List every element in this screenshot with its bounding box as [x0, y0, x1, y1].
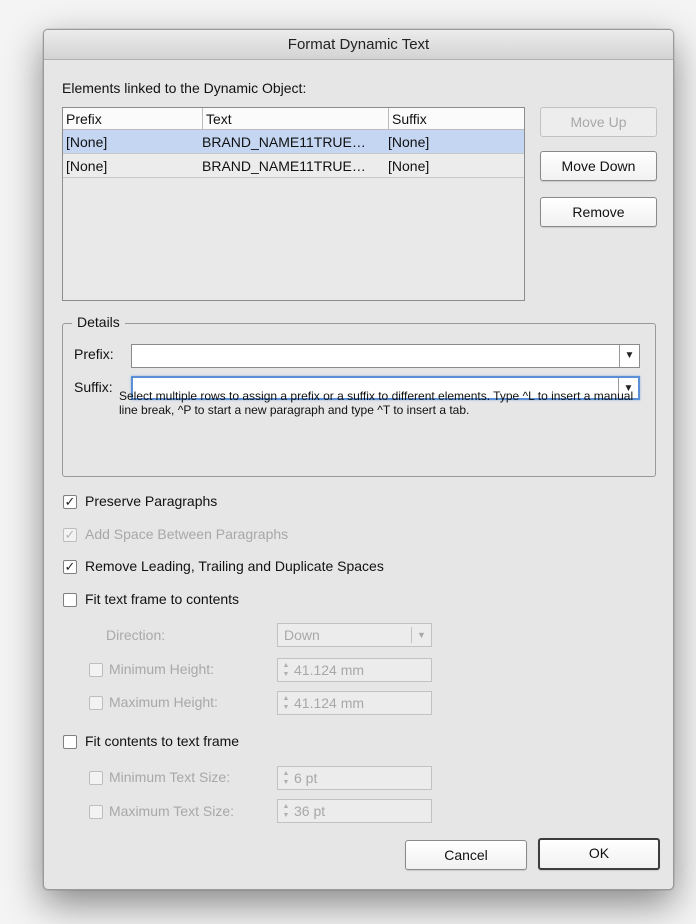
checkmark-icon: ✓: [64, 559, 76, 574]
table-row[interactable]: [None] BRAND_NAME11TRUE… [None]: [63, 130, 524, 154]
max-height-field[interactable]: ▲ ▼ 41.124 mm: [277, 691, 432, 715]
fit-contents-label[interactable]: Fit contents to text frame: [85, 733, 239, 749]
stepper-icon[interactable]: ▲ ▼: [280, 694, 292, 712]
row-prefix-cell: [None]: [66, 134, 108, 150]
min-text-size-checkbox[interactable]: [89, 771, 103, 785]
direction-label: Direction:: [106, 627, 166, 643]
max-height-value: 41.124 mm: [294, 695, 365, 711]
table-row[interactable]: [None] BRAND_NAME11TRUE… [None]: [63, 154, 524, 178]
row-text-cell: BRAND_NAME11TRUE…: [202, 134, 366, 150]
suffix-label: Suffix:: [74, 379, 113, 395]
row-suffix-cell: [None]: [388, 134, 430, 150]
add-space-label: Add Space Between Paragraphs: [85, 526, 289, 542]
ok-button[interactable]: OK: [538, 838, 660, 870]
row-suffix-cell: [None]: [388, 158, 430, 174]
min-height-checkbox[interactable]: [89, 663, 103, 677]
stepper-icon[interactable]: ▲ ▼: [280, 661, 292, 679]
direction-value: Down: [284, 627, 320, 643]
preserve-paragraphs-checkbox[interactable]: ✓: [63, 495, 77, 509]
prefix-combo[interactable]: ▼: [131, 344, 640, 368]
fit-frame-checkbox[interactable]: [63, 593, 77, 607]
move-down-button[interactable]: Move Down: [540, 151, 657, 181]
elements-label: Elements linked to the Dynamic Object:: [62, 80, 307, 96]
min-height-value: 41.124 mm: [294, 662, 365, 678]
dialog-title: Format Dynamic Text: [44, 30, 673, 60]
chevron-down-icon: ▼: [411, 627, 431, 643]
format-dynamic-text-dialog: Format Dynamic Text Elements linked to t…: [43, 29, 674, 890]
details-help-text: Select multiple rows to assign a prefix …: [119, 389, 634, 417]
checkmark-icon: ✓: [64, 494, 76, 509]
max-height-label: Maximum Height:: [109, 694, 218, 710]
min-text-size-label: Minimum Text Size:: [109, 769, 231, 785]
max-text-size-value: 36 pt: [294, 803, 326, 819]
preserve-paragraphs-label[interactable]: Preserve Paragraphs: [85, 493, 217, 509]
min-text-size-field[interactable]: ▲ ▼ 6 pt: [277, 766, 432, 790]
row-text-cell: BRAND_NAME11TRUE…: [202, 158, 366, 174]
direction-dropdown[interactable]: Down ▼: [277, 623, 432, 647]
stepper-icon[interactable]: ▲ ▼: [280, 802, 292, 820]
max-text-size-label: Maximum Text Size:: [109, 803, 234, 819]
move-up-button[interactable]: Move Up: [540, 107, 657, 137]
stepper-icon[interactable]: ▲ ▼: [280, 769, 292, 787]
max-text-size-checkbox[interactable]: [89, 805, 103, 819]
elements-table[interactable]: Prefix Text Suffix [None] BRAND_NAME11TR…: [62, 107, 525, 301]
table-header: Prefix Text Suffix: [63, 108, 524, 130]
remove-spaces-checkbox[interactable]: ✓: [63, 560, 77, 574]
column-header-text[interactable]: Text: [203, 108, 389, 130]
fit-frame-label[interactable]: Fit text frame to contents: [85, 591, 239, 607]
fit-contents-checkbox[interactable]: [63, 735, 77, 749]
remove-spaces-label[interactable]: Remove Leading, Trailing and Duplicate S…: [85, 558, 384, 574]
cancel-button[interactable]: Cancel: [405, 840, 527, 870]
column-header-suffix[interactable]: Suffix: [389, 108, 526, 130]
min-height-field[interactable]: ▲ ▼ 41.124 mm: [277, 658, 432, 682]
column-header-prefix[interactable]: Prefix: [63, 108, 203, 130]
prefix-label: Prefix:: [74, 346, 114, 362]
add-space-checkbox[interactable]: ✓: [63, 528, 77, 542]
max-height-checkbox[interactable]: [89, 696, 103, 710]
min-text-size-value: 6 pt: [294, 770, 318, 786]
chevron-down-icon[interactable]: ▼: [619, 345, 639, 367]
details-legend: Details: [72, 314, 125, 330]
remove-button[interactable]: Remove: [540, 197, 657, 227]
min-height-label: Minimum Height:: [109, 661, 215, 677]
row-prefix-cell: [None]: [66, 158, 108, 174]
checkmark-icon: ✓: [64, 527, 76, 542]
max-text-size-field[interactable]: ▲ ▼ 36 pt: [277, 799, 432, 823]
